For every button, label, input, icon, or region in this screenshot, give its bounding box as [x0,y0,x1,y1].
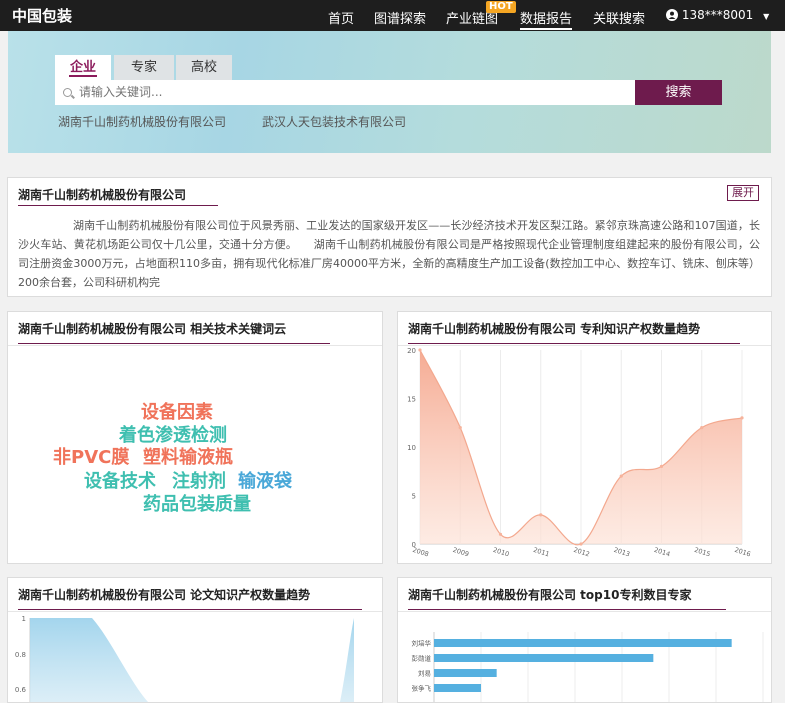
expand-button[interactable]: 展开 [727,185,759,201]
data-point [619,474,623,478]
area-fill [30,618,148,702]
y-tick-label: 10 [407,444,416,452]
cloud-word: 非PVC膜 [53,447,130,468]
x-tick-label: 2008 [412,546,430,559]
paper-chart-title: 湖南千山制药机械股份有限公司 论文知识产权数量趋势 [18,588,311,602]
y-tick-label: 0.8 [15,651,26,659]
title-underline [18,343,330,344]
y-tick-label: 15 [407,396,416,404]
search-input[interactable] [77,84,621,100]
title-underline [18,205,218,206]
patent-trend-card: 湖南千山制药机械股份有限公司 专利知识产权数量趋势 0 5 10 15 20 2008 20… [397,311,772,564]
user-phone: 138***8001 [681,8,754,22]
tab-university[interactable]: 高校 [176,55,232,80]
nav-related-search[interactable]: 关联搜索 [593,8,645,27]
bar [434,654,654,662]
data-point [418,348,422,352]
x-tick-label: 2013 [613,546,631,559]
data-point [498,532,503,536]
hot-link-company-1[interactable]: 湖南千山制药机械股份有限公司 [58,113,226,130]
nav-home[interactable]: 首页 [328,8,354,27]
tab-company[interactable]: 企业 [55,55,111,80]
nav-data-report[interactable]: 数据报告 [520,8,573,30]
title-underline [408,343,740,344]
data-point [539,513,543,517]
y-tick-label: 0.6 [15,686,27,694]
category-label: 彭勋道 [412,654,432,663]
x-tick-label: 2011 [532,546,550,559]
user-menu[interactable]: 138***8001 ▼ [666,8,769,22]
company-intro-card: 湖南千山制药机械股份有限公司 展开 湖南千山制药机械股份有限公司位于风景秀丽、工… [7,177,772,297]
y-tick-label: 5 [412,493,416,501]
top-navbar: 中国包装 首页 图谱探索 产业链图 HOT 数据报告 关联搜索 138***80… [0,0,785,31]
category-label: 张争飞 [412,684,432,693]
bar [434,684,481,692]
data-point [700,426,704,430]
title-underline [408,609,726,610]
site-logo[interactable]: 中国包装 [12,5,72,26]
cloud-word: 药品包装质量 [143,494,251,515]
x-tick-label: 2009 [452,546,470,559]
x-tick-label: 2014 [653,546,671,559]
top-experts-chart: 刘培华彭勋道刘易张争飞 [412,632,764,702]
title-underline [18,609,362,610]
search-box [55,80,635,105]
user-icon [666,9,678,21]
hot-badge: HOT [486,1,516,13]
company-intro-text: 湖南千山制药机械股份有限公司位于风景秀丽、工业发达的国家级开发区——长沙经济技术… [18,219,760,289]
search-button[interactable]: 搜索 [635,80,722,105]
y-tick-label: 1 [22,615,26,623]
cloud-word: 塑料输液瓶 [143,447,233,468]
company-title: 湖南千山制药机械股份有限公司 [18,188,187,202]
x-tick-label: 2012 [573,546,591,559]
wordcloud-title: 湖南千山制药机械股份有限公司 相关技术关键词云 [18,322,287,336]
nav-graph-explore[interactable]: 图谱探索 [374,8,426,27]
data-point [659,464,664,468]
data-point [579,542,583,546]
data-point [740,416,744,420]
tab-expert[interactable]: 专家 [114,55,174,80]
y-tick-label: 20 [407,347,416,355]
search-banner: 企业 专家 高校 搜索 湖南千山制药机械股份有限公司 武汉人天包装技术有限公司 [8,31,771,153]
category-label: 刘易 [418,669,431,678]
patent-chart-title: 湖南千山制药机械股份有限公司 专利知识产权数量趋势 [408,322,701,336]
keyword-cloud-card: 湖南千山制药机械股份有限公司 相关技术关键词云 设备因素 着色渗透检测 非PVC… [7,311,383,564]
x-tick-label: 2016 [734,546,752,559]
paper-trend-card: 湖南千山制药机械股份有限公司 论文知识产权数量趋势 1 0.8 0.6 [7,577,383,703]
hot-link-company-2[interactable]: 武汉人天包装技术有限公司 [262,113,406,130]
bar [434,669,497,677]
x-tick-label: 2010 [492,546,510,559]
search-icon [63,88,72,97]
top-experts-card: 湖南千山制药机械股份有限公司 top10专利数目专家 刘培华彭勋道刘易张争飞 [397,577,772,703]
bar [434,639,732,647]
category-label: 刘培华 [412,639,432,648]
patent-trend-chart: 051015202008 2009 2010 2011 2012 2013 2014 2015… [407,347,752,559]
experts-chart-title: 湖南千山制药机械股份有限公司 top10专利数目专家 [408,588,692,602]
caret-down-icon: ▼ [763,12,770,21]
data-point [458,426,462,430]
area-fill [340,618,354,702]
x-tick-label: 2015 [693,546,711,559]
paper-trend-chart: 1 0.8 0.6 [15,615,354,702]
